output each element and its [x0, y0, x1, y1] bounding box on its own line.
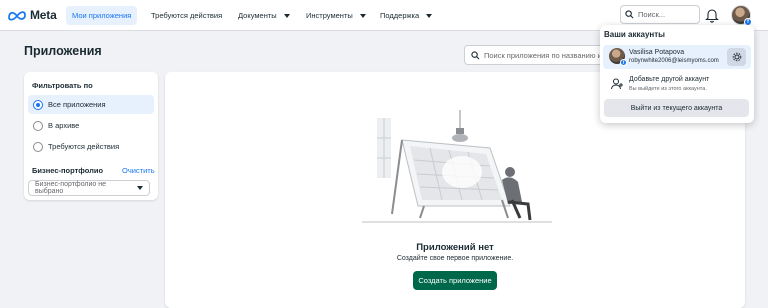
nav-action-required[interactable]: Требуются действия [145, 6, 228, 25]
add-account[interactable]: Добавьте другой аккаунт Вы выйдете из эт… [603, 73, 751, 97]
add-user-icon [611, 78, 623, 90]
facebook-icon: f [620, 59, 627, 66]
nav-my-apps-label: Мои приложения [72, 11, 132, 20]
brand-name: Meta [30, 8, 57, 22]
account-settings-button[interactable] [727, 48, 746, 66]
accounts-dropdown: Ваши аккаунты f Vasilisa Potapova robynw… [600, 25, 754, 123]
chevron-down-icon [137, 186, 143, 190]
business-portfolio-value: Бизнес-портфолио не выбрано [35, 181, 107, 195]
avatar[interactable]: f [731, 5, 752, 26]
nav-my-apps[interactable]: Мои приложения [66, 6, 138, 25]
radio-button[interactable] [33, 120, 43, 131]
meta-logo[interactable]: Meta [7, 8, 57, 22]
account-email: robynwhite2006@leismyoms.com [629, 58, 719, 64]
gear-icon [732, 52, 741, 62]
filter-option-label: Требуются действия [48, 142, 120, 151]
nav-tools[interactable]: Инструменты [300, 6, 372, 25]
add-account-title: Добавьте другой аккаунт [629, 76, 710, 83]
radio-button[interactable] [33, 141, 43, 152]
meta-logo-icon [8, 11, 26, 21]
filter-option-action-required[interactable]: Требуются действия [28, 137, 154, 156]
top-search[interactable] [620, 5, 700, 24]
nav-action-required-label: Требуются действия [151, 11, 223, 20]
current-account[interactable]: f Vasilisa Potapova robynwhite2006@leism… [603, 45, 751, 69]
business-portfolio-select[interactable]: Бизнес-портфолио не выбрано [28, 180, 150, 196]
top-search-input[interactable] [638, 10, 696, 19]
scrollbar[interactable] [760, 31, 768, 308]
accounts-title: Ваши аккаунты [604, 30, 665, 39]
search-icon [471, 50, 480, 59]
chevron-down-icon [359, 13, 366, 18]
search-icon [625, 10, 634, 19]
account-avatar: f [609, 48, 627, 66]
chevron-down-icon [283, 13, 290, 18]
nav-support-label: Поддержка [380, 11, 420, 20]
empty-state-title: Приложений нет [416, 242, 494, 253]
nav-docs[interactable]: Документы [232, 6, 296, 25]
filter-option-all[interactable]: Все приложения [28, 95, 154, 114]
empty-state-subtitle: Создайте свое первое приложение. [396, 255, 514, 262]
filter-option-label: В архиве [48, 121, 80, 130]
nav-tools-label: Инструменты [306, 11, 353, 20]
empty-state-illustration [362, 110, 552, 223]
page-title: Приложения [24, 44, 102, 58]
filter-option-label: Все приложения [48, 100, 106, 109]
radio-button[interactable] [33, 99, 43, 110]
logout-button[interactable]: Выйти из текущего аккаунта [604, 99, 749, 117]
bell-icon[interactable] [705, 7, 719, 23]
filter-heading: Фильтровать по [32, 81, 93, 90]
business-portfolio-label: Бизнес-портфолио [32, 166, 104, 175]
nav-docs-label: Документы [238, 11, 277, 20]
add-account-subtitle: Вы выйдете из этого аккаунта. [629, 86, 707, 92]
create-app-button[interactable]: Создать приложение [413, 271, 497, 290]
clear-link[interactable]: Очистить [122, 166, 155, 175]
account-name: Vasilisa Potapova [629, 49, 685, 56]
filter-panel: Фильтровать по Все приложения В архиве Т… [24, 72, 158, 200]
nav-support[interactable]: Поддержка [374, 6, 438, 25]
filter-option-archived[interactable]: В архиве [28, 116, 154, 135]
chevron-down-icon [426, 13, 433, 18]
